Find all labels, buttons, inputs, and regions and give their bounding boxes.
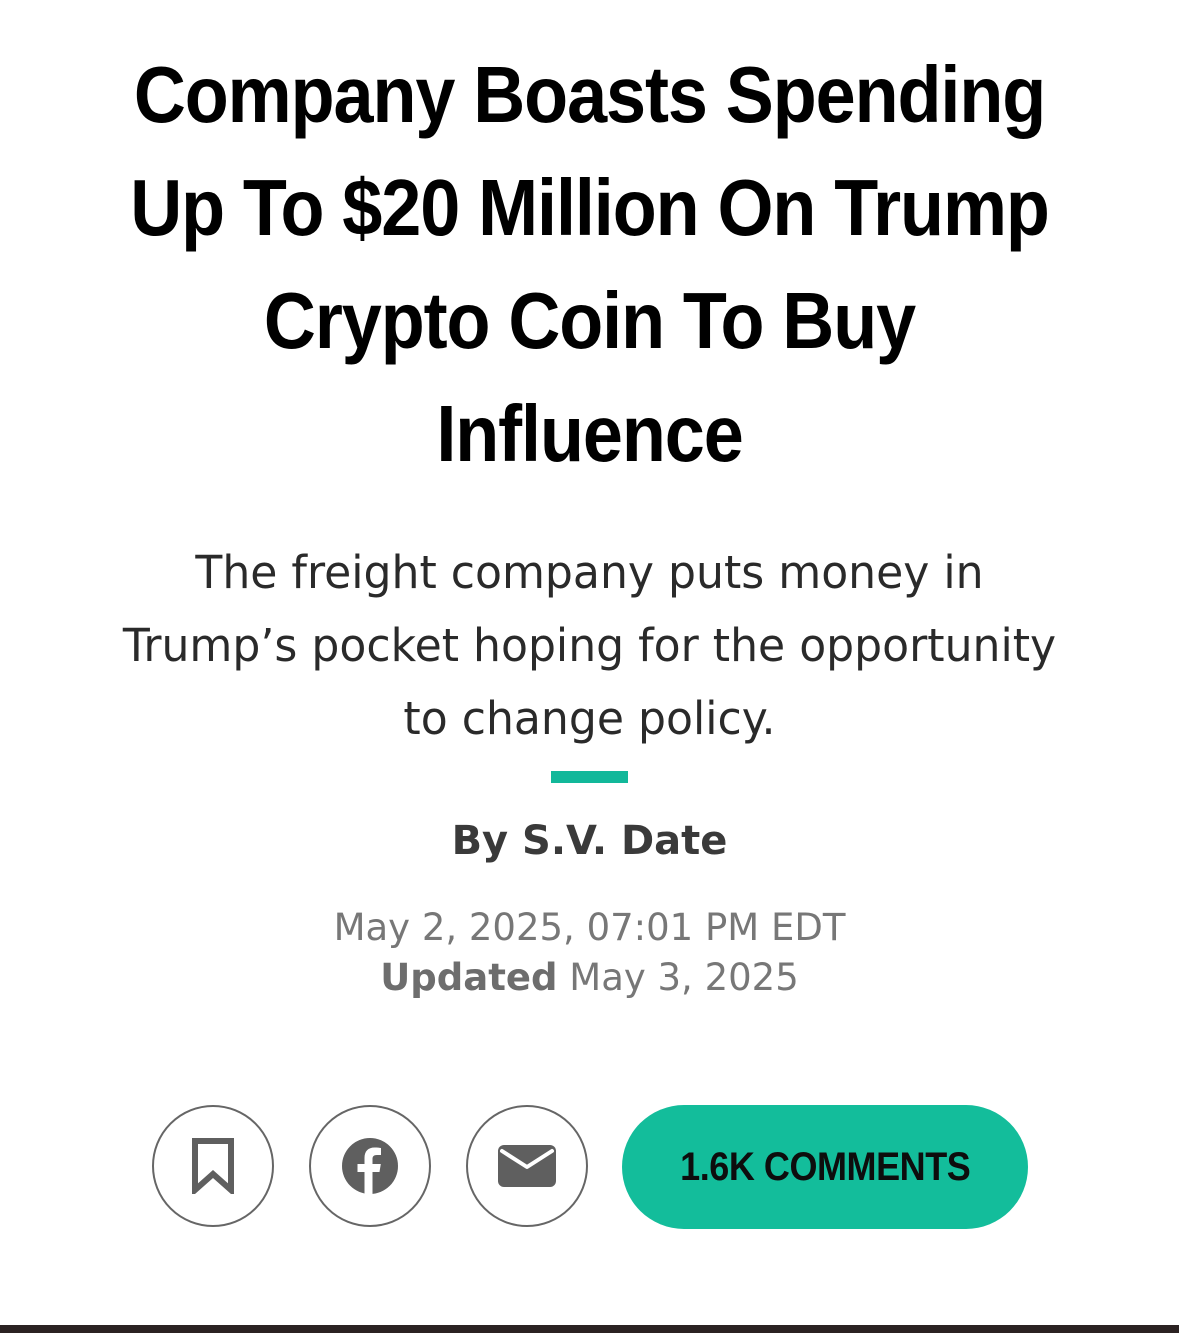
updated-label: Updated xyxy=(380,956,558,999)
updated-date: May 3, 2025 xyxy=(569,956,799,999)
dek-subheadline: The freight company puts money in Trump’… xyxy=(122,546,1057,745)
published-date: May 2, 2025, 07:01 PM EDT xyxy=(333,906,846,949)
timestamp-block: May 2, 2025, 07:01 PM EDT Updated May 3,… xyxy=(0,903,1179,1003)
headline: Company Boasts Spending Up To $20 Millio… xyxy=(130,50,1050,478)
updated-line: Updated May 3, 2025 xyxy=(0,953,1179,1003)
email-share-button[interactable] xyxy=(466,1105,588,1227)
bookmark-button[interactable] xyxy=(152,1105,274,1227)
byline[interactable]: By S.V. Date xyxy=(0,812,1179,870)
email-icon xyxy=(498,1145,556,1187)
comments-button[interactable]: 1.6K COMMENTS xyxy=(622,1105,1028,1229)
comments-count-label: 1.6K COMMENTS xyxy=(679,1144,971,1189)
facebook-icon xyxy=(342,1138,398,1195)
bottom-edge-strip xyxy=(0,1325,1179,1333)
facebook-share-button[interactable] xyxy=(309,1105,431,1227)
article-header: Company Boasts Spending Up To $20 Millio… xyxy=(0,0,1179,1325)
bookmark-icon xyxy=(192,1138,234,1194)
accent-divider xyxy=(551,771,628,783)
